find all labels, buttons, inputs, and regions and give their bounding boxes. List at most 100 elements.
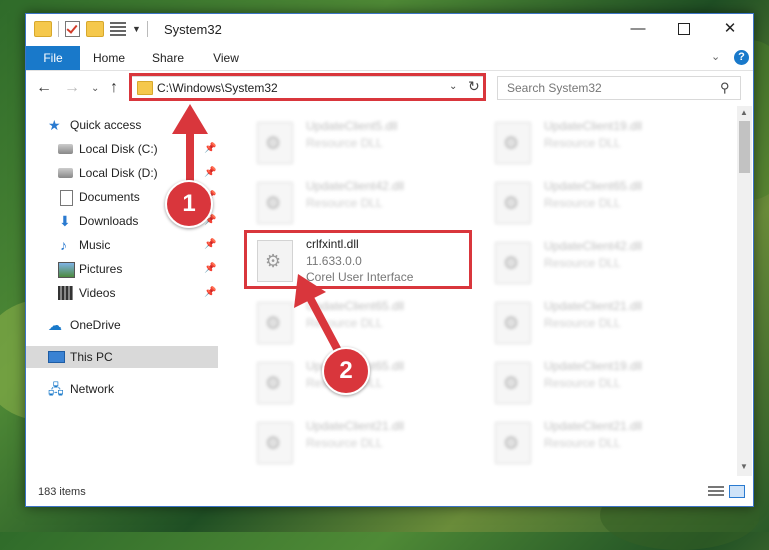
drive-icon	[58, 144, 73, 154]
explorer-window: ▼ System32 — ✕ File Home Share View ⌄ ? …	[25, 13, 754, 507]
sidebar-item-label: OneDrive	[70, 318, 121, 332]
dll-file-icon	[495, 422, 531, 464]
tab-home[interactable]: Home	[88, 46, 130, 70]
dll-file-icon	[495, 182, 531, 224]
dll-file-icon	[495, 362, 531, 404]
minimize-button[interactable]: —	[615, 14, 661, 44]
downloads-icon: ⬇	[59, 213, 71, 229]
maximize-icon	[678, 23, 690, 36]
dll-file-icon	[257, 362, 293, 404]
properties-icon[interactable]	[110, 22, 126, 36]
dll-file-icon	[495, 302, 531, 344]
close-button[interactable]: ✕	[707, 14, 753, 44]
list-item[interactable]: UpdateClient21.dll Resource DLL	[495, 296, 725, 346]
sidebar-item-label: Pictures	[79, 262, 123, 276]
file-type: Resource DLL	[306, 436, 383, 450]
sidebar-item-onedrive[interactable]: ☁ OneDrive	[26, 314, 218, 336]
music-icon: ♪	[60, 237, 67, 253]
list-item[interactable]: UpdateClient19.dll Resource DLL	[495, 116, 725, 166]
search-box[interactable]: Search System32 ⚲	[497, 76, 741, 100]
dll-file-icon	[257, 182, 293, 224]
separator	[146, 21, 148, 37]
list-item[interactable]: UpdateClient42.dll Resource DLL	[257, 176, 487, 226]
sidebar-item-this-pc[interactable]: This PC	[26, 346, 218, 368]
expand-ribbon-icon[interactable]: ⌄	[711, 50, 720, 63]
file-type: Resource DLL	[306, 136, 383, 150]
sidebar-item-music[interactable]: ♪ Music 📌	[26, 234, 218, 256]
list-item[interactable]: UpdateClient19.dll Resource DLL	[495, 356, 725, 406]
sidebar-item-label: This PC	[70, 350, 113, 364]
file-type: Resource DLL	[544, 436, 621, 450]
search-input[interactable]: Search System32	[507, 81, 602, 95]
file-type: Resource DLL	[544, 376, 621, 390]
properties-check-icon[interactable]	[65, 21, 80, 37]
pin-icon[interactable]: 📌	[204, 234, 216, 256]
tab-view[interactable]: View	[206, 46, 246, 70]
file-name: UpdateClient19.dll	[544, 359, 643, 373]
maximize-button[interactable]	[661, 14, 707, 44]
file-name: UpdateClient21.dll	[306, 419, 405, 433]
step-badge-2: 2	[322, 347, 370, 395]
pin-icon[interactable]: 📌	[204, 258, 216, 280]
scrollbar-thumb[interactable]	[739, 121, 750, 173]
customize-toolbar-dropdown-icon[interactable]: ▼	[132, 24, 141, 34]
quick-access-toolbar: ▼	[34, 21, 148, 37]
scroll-up-icon[interactable]: ▲	[740, 108, 748, 117]
file-name: UpdateClient19.dll	[544, 119, 643, 133]
item-count: 183 items	[38, 486, 86, 498]
folder-icon	[34, 21, 52, 37]
details-view-icon[interactable]	[708, 486, 724, 498]
documents-icon	[60, 190, 73, 206]
sidebar-item-label: Quick access	[70, 118, 142, 132]
vertical-scrollbar[interactable]: ▲ ▼	[737, 106, 752, 476]
list-item[interactable]: UpdateClient21.dll Resource DLL	[257, 416, 487, 466]
sidebar-item-network[interactable]: 🖧 Network	[26, 378, 218, 400]
dll-file-icon	[257, 302, 293, 344]
dll-file-icon	[257, 122, 293, 164]
sidebar-item-videos[interactable]: Videos 📌	[26, 282, 218, 304]
list-item[interactable]: UpdateClient21.dll Resource DLL	[495, 416, 725, 466]
list-item[interactable]: UpdateClient65.dll Resource DLL	[495, 176, 725, 226]
back-arrow-icon[interactable]: ←	[36, 79, 52, 97]
help-icon[interactable]: ?	[734, 50, 749, 65]
search-icon[interactable]: ⚲	[720, 80, 730, 96]
new-folder-icon[interactable]	[86, 21, 104, 37]
tab-file[interactable]: File	[26, 46, 80, 70]
sidebar-item-label: Music	[79, 238, 111, 252]
file-name: UpdateClient42.dll	[544, 239, 643, 253]
cloud-icon: ☁	[48, 317, 62, 333]
sidebar-item-label: Local Disk (D:)	[79, 166, 158, 180]
title-bar: ▼ System32 — ✕	[26, 14, 753, 46]
list-item[interactable]: UpdateClient5.dll Resource DLL	[257, 116, 487, 166]
sidebar-item-pictures[interactable]: Pictures 📌	[26, 258, 218, 280]
ribbon-tabs: File Home Share View ⌄ ?	[26, 46, 753, 71]
sidebar-item-label: Documents	[79, 190, 140, 204]
step-badge-1: 1	[165, 180, 213, 228]
file-name: UpdateClient42.dll	[306, 179, 405, 193]
file-name: UpdateClient5.dll	[306, 119, 398, 133]
pictures-icon	[58, 262, 75, 278]
sidebar-item-label: Local Disk (C:)	[79, 142, 158, 156]
pin-icon[interactable]: 📌	[204, 282, 216, 304]
separator	[58, 21, 59, 37]
dll-file-icon	[495, 242, 531, 284]
file-type: Resource DLL	[306, 196, 383, 210]
recent-locations-chevron-icon[interactable]: ⌄	[91, 83, 99, 94]
forward-arrow-icon[interactable]: →	[64, 79, 80, 97]
scroll-down-icon[interactable]: ▼	[740, 462, 748, 471]
drive-icon	[58, 168, 73, 178]
videos-icon	[58, 286, 73, 300]
up-arrow-icon[interactable]: ↑	[110, 79, 118, 97]
file-name: UpdateClient21.dll	[544, 299, 643, 313]
computer-icon	[48, 351, 65, 363]
list-item[interactable]: UpdateClient42.dll Resource DLL	[495, 236, 725, 286]
window-title: System32	[164, 22, 222, 37]
file-type: Resource DLL	[544, 256, 621, 270]
tab-share[interactable]: Share	[146, 46, 190, 70]
sidebar-item-label: Videos	[79, 286, 116, 300]
star-icon: ★	[48, 117, 61, 133]
file-name: UpdateClient65.dll	[544, 179, 643, 193]
large-icons-view-icon[interactable]	[729, 485, 745, 498]
network-icon: 🖧	[48, 381, 64, 397]
file-type: Resource DLL	[544, 136, 621, 150]
